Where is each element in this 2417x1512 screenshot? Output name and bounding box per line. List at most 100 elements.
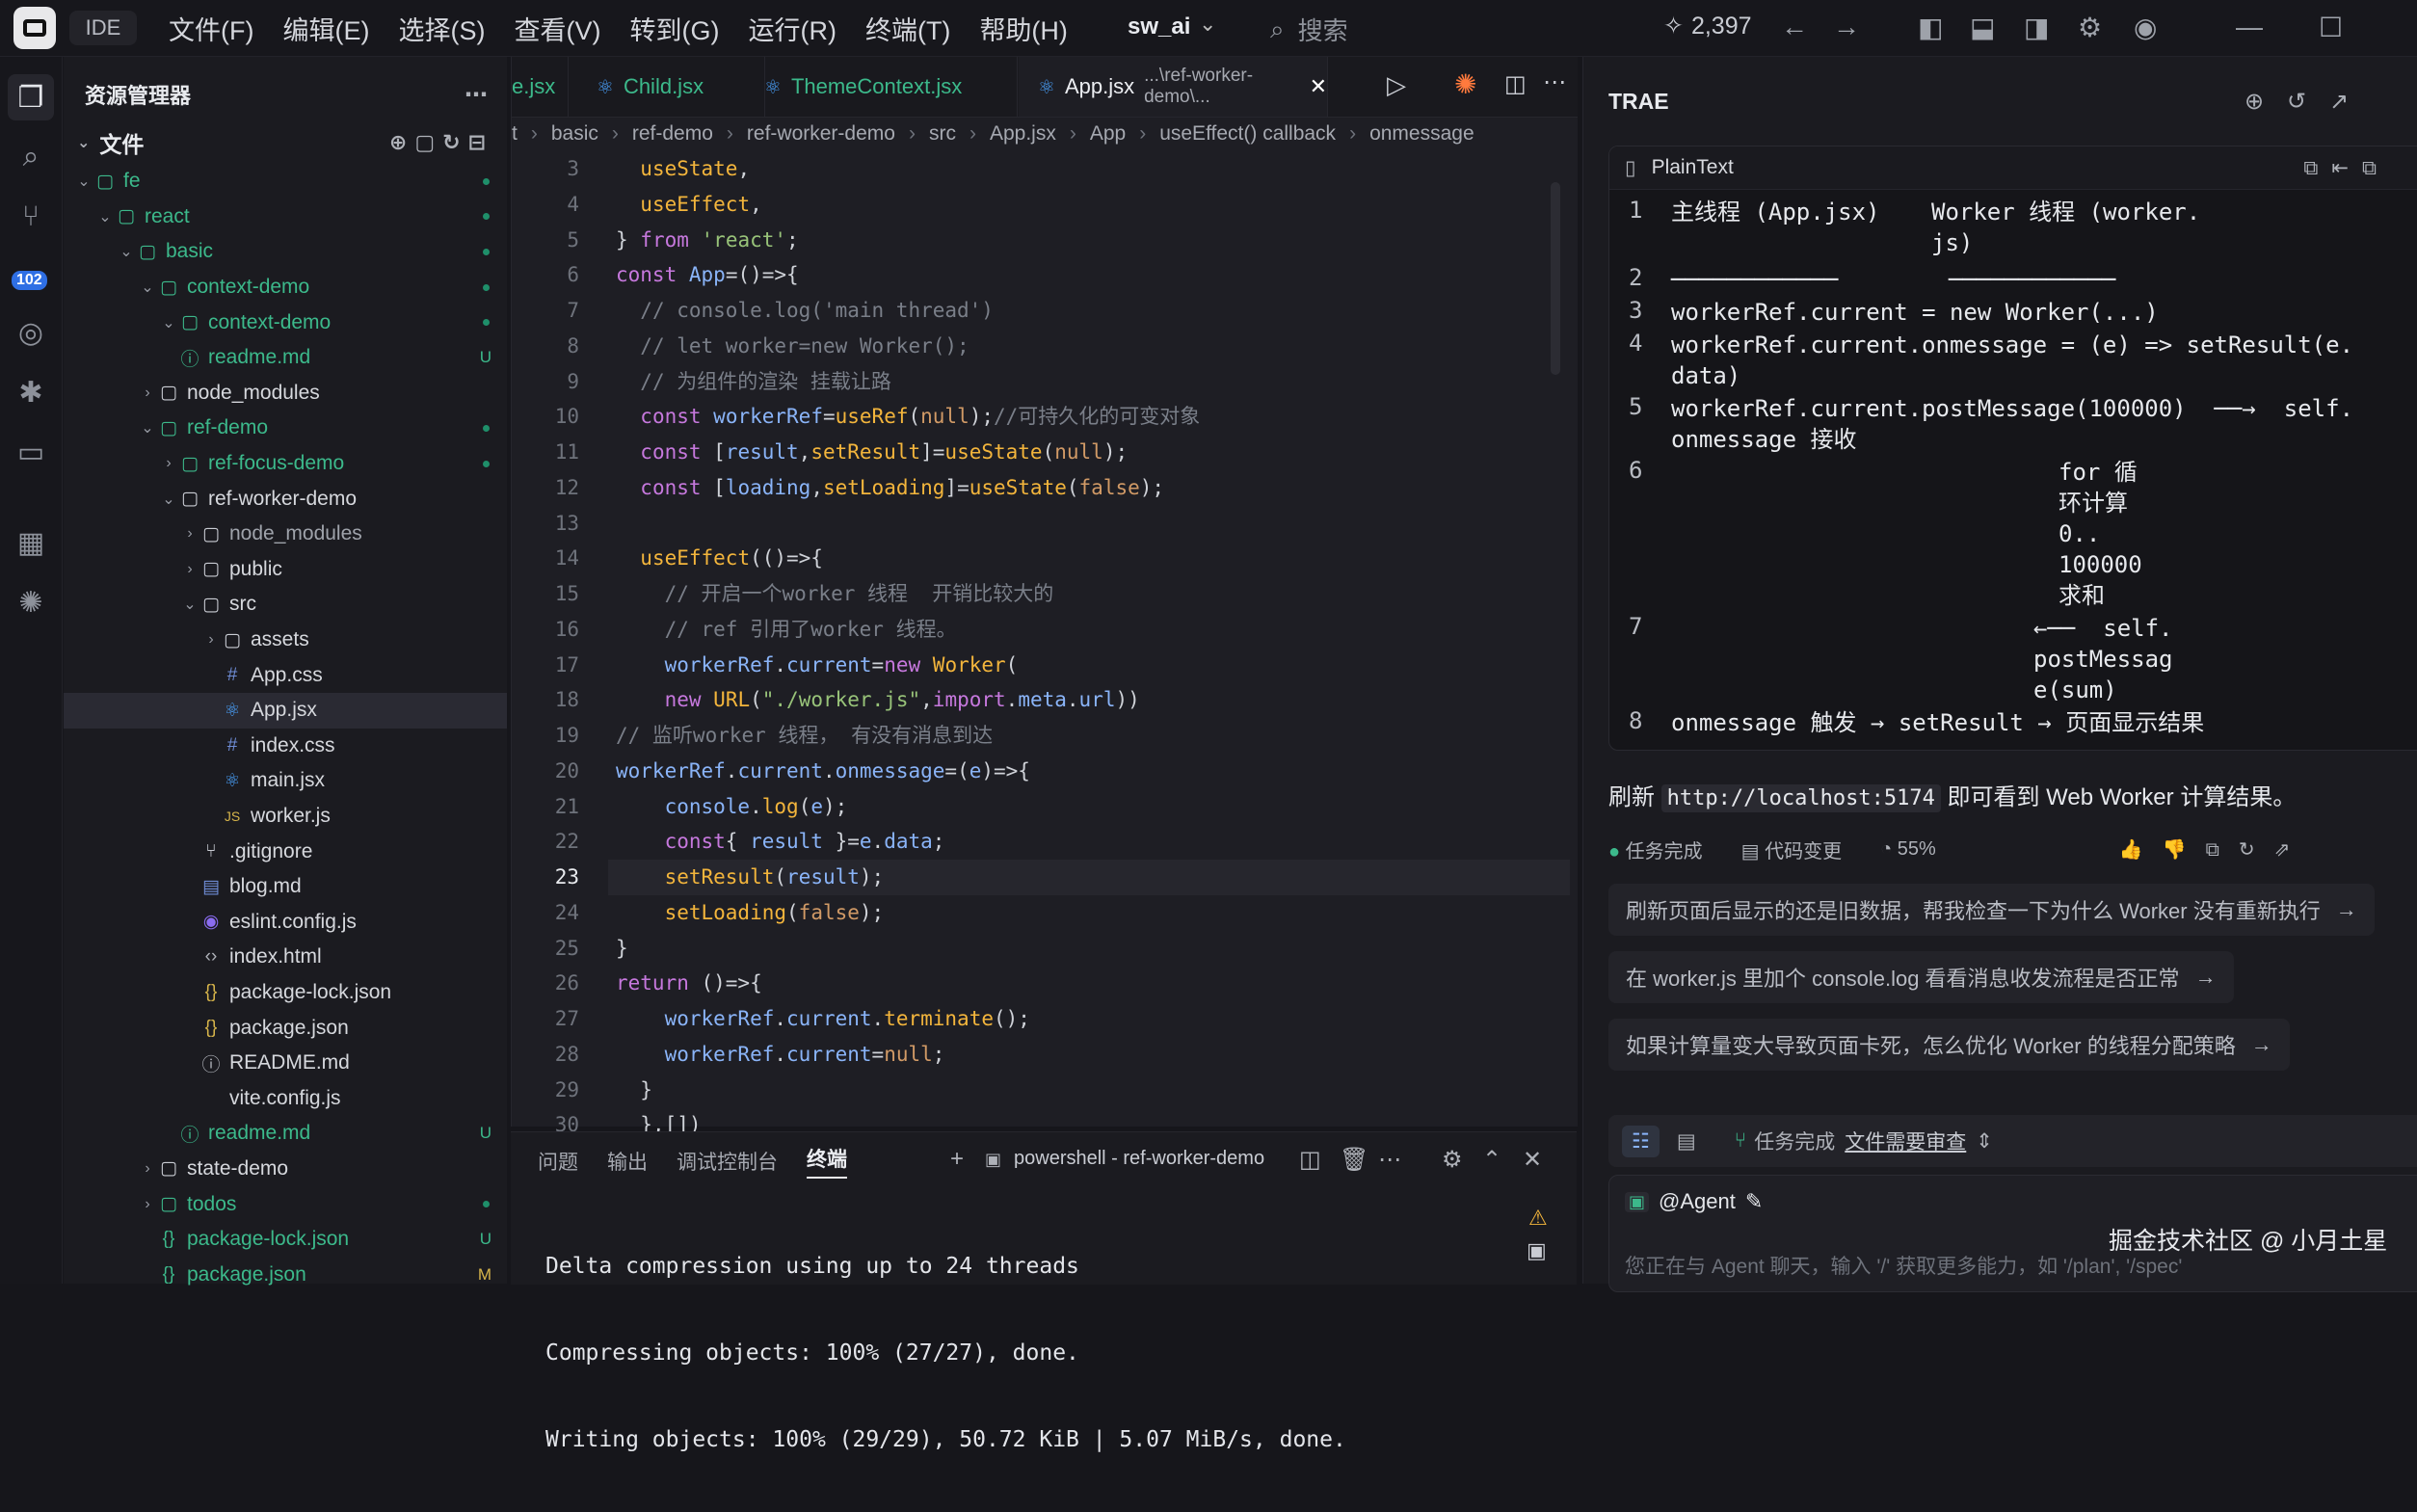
code-line[interactable]: new URL("./worker.js",import.meta.url)): [616, 682, 1570, 718]
breadcrumb-item[interactable]: App.jsx: [990, 122, 1056, 146]
code-line[interactable]: }: [616, 931, 1570, 967]
minimize-icon[interactable]: —: [2236, 12, 2263, 42]
split-terminal-icon[interactable]: ◫: [1299, 1146, 1321, 1174]
search-box[interactable]: ⌕ 搜索: [1270, 12, 1348, 47]
tree-item[interactable]: ‹› index.html: [64, 940, 507, 975]
localhost-url[interactable]: http://localhost:5174: [1660, 784, 1941, 812]
code-line[interactable]: console.log(e);: [616, 789, 1570, 825]
tree-item[interactable]: ⚛ App.jsx: [64, 692, 507, 729]
split-editor-icon[interactable]: ◫: [1504, 70, 1527, 98]
code-line[interactable]: const [loading,setLoading]=useState(fals…: [616, 470, 1570, 506]
panel-settings-icon[interactable]: ⚙: [1442, 1146, 1463, 1174]
menu-item[interactable]: 终端(T): [851, 10, 965, 47]
trash-icon[interactable]: 🗑: [1340, 1146, 1368, 1174]
tree-item[interactable]: ⌄ ▢ ref-demo: [64, 411, 507, 446]
code-changes[interactable]: ▤ 代码变更: [1741, 836, 1842, 863]
code-line[interactable]: // console.log('main thread'): [616, 293, 1570, 329]
tree-item[interactable]: › ▢ state-demo: [64, 1152, 507, 1187]
tree-item[interactable]: vite.config.js: [64, 1080, 507, 1116]
settings-gear-icon[interactable]: ⚙: [2078, 12, 2102, 43]
tree-item[interactable]: ⌄ ▢ context-demo: [64, 305, 507, 340]
tree-item[interactable]: ⌄ ▢ react: [64, 199, 507, 235]
toggle-panel-icon[interactable]: ⬓: [1970, 12, 1995, 43]
code-actions-icons[interactable]: ⧉⇤⧉: [2303, 156, 2390, 180]
files-section-header[interactable]: ⌄ 文件 ⊕▢↻⊟: [64, 125, 507, 160]
menu-item[interactable]: 查看(V): [499, 10, 615, 47]
more-options-icon[interactable]: ⋯: [1543, 68, 1566, 96]
chevron-down-icon[interactable]: ⌄: [1199, 12, 1216, 37]
editor-scrollbar[interactable]: [1551, 182, 1560, 375]
tree-item[interactable]: ⓘ readme.md U: [64, 340, 507, 376]
code-line[interactable]: workerRef.current=new Worker(: [616, 648, 1570, 683]
tree-item[interactable]: {} package-lock.json: [64, 975, 507, 1011]
explorer-icon[interactable]: ❐: [8, 74, 54, 120]
ide-mode-label[interactable]: IDE: [69, 11, 137, 45]
toggle-sidebar-icon[interactable]: ◧: [1918, 12, 1943, 43]
more-options-icon[interactable]: ⋯: [465, 81, 488, 109]
tree-item[interactable]: › ▢ ref-focus-demo: [64, 446, 507, 482]
code-line[interactable]: setLoading(false);: [616, 895, 1570, 931]
menu-item[interactable]: 文件(F): [154, 10, 268, 47]
breadcrumb-item[interactable]: src: [929, 122, 956, 146]
tree-item[interactable]: JS worker.js: [64, 799, 507, 835]
search-files-icon[interactable]: ⌕: [8, 134, 54, 180]
tab-terminal[interactable]: 终端: [807, 1144, 847, 1179]
code-line[interactable]: // 为组件的渲染 挂载让路: [616, 364, 1570, 400]
tree-item[interactable]: ⌄ ▢ fe: [64, 164, 507, 199]
close-panel-icon[interactable]: ✕: [1523, 1146, 1542, 1174]
back-arrow-icon[interactable]: ←: [1781, 12, 1808, 42]
agent-selector[interactable]: ▣ @Agent ✎: [1625, 1189, 1763, 1214]
maximize-panel-icon[interactable]: ⌃: [1482, 1146, 1501, 1174]
tree-item[interactable]: ⌄ ▢ basic: [64, 234, 507, 270]
breadcrumb-item[interactable]: ref-demo: [632, 122, 713, 146]
suggestion-3[interactable]: 如果计算量变大导致页面卡死，怎么优化 Worker 的线程分配策略 →: [1608, 1019, 2290, 1071]
tab-output[interactable]: 输出: [607, 1147, 648, 1176]
code-line[interactable]: // ref 引用了worker 线程。: [616, 612, 1570, 648]
files-need-review-link[interactable]: 文件需要审查: [1845, 1127, 1966, 1155]
breadcrumb-item[interactable]: onmessage: [1369, 122, 1474, 146]
terminal-icon[interactable]: ▣: [1527, 1238, 1547, 1263]
suggestion-2[interactable]: 在 worker.js 里加个 console.log 看看消息收发流程是否正常…: [1608, 951, 2234, 1003]
history-icon[interactable]: ↺: [2287, 88, 2306, 116]
menu-item[interactable]: 运行(R): [733, 10, 850, 47]
code-line[interactable]: // 开启一个worker 线程 开销比较大的: [616, 576, 1570, 612]
menu-item[interactable]: 帮助(H): [965, 10, 1081, 47]
suggestion-1[interactable]: 刷新页面后显示的还是旧数据，帮我检查一下为什么 Worker 没有重新执行 →: [1608, 884, 2375, 936]
tree-item[interactable]: ⌄ ▢ ref-worker-demo: [64, 481, 507, 517]
remote-explorer-icon[interactable]: ▭: [8, 429, 54, 475]
breadcrumb-item[interactable]: ref-worker-demo: [747, 122, 895, 146]
code-line[interactable]: } from 'react';: [616, 223, 1570, 258]
more-options-icon[interactable]: ⋯: [1378, 1146, 1401, 1174]
tab-theme-context[interactable]: ⚛ ThemeContext.jsx: [739, 57, 1018, 117]
breadcrumb-item[interactable]: t: [512, 122, 518, 146]
tree-item[interactable]: ⑂ .gitignore: [64, 834, 507, 869]
menu-item[interactable]: 转到(G): [615, 10, 733, 47]
tree-item[interactable]: ⓘ README.md: [64, 1046, 507, 1081]
code-line[interactable]: const{ result }=e.data;: [616, 824, 1570, 860]
tab-problems[interactable]: 问题: [538, 1147, 578, 1176]
run-icon[interactable]: ▷: [1387, 70, 1406, 100]
tree-item[interactable]: ⓘ readme.md U: [64, 1116, 507, 1152]
tree-item[interactable]: # index.css: [64, 729, 507, 764]
tree-item[interactable]: {} package-lock.json U: [64, 1222, 507, 1258]
tab-child-jsx[interactable]: ⚛ Child.jsx: [570, 57, 765, 117]
trae-burst-icon[interactable]: ✺: [8, 579, 54, 625]
code-line[interactable]: const App=()=>{: [616, 257, 1570, 293]
account-icon[interactable]: ◉: [2134, 12, 2157, 43]
code-line[interactable]: useEffect,: [616, 187, 1570, 223]
tree-item[interactable]: › ▢ public: [64, 552, 507, 588]
credits-counter[interactable]: ✧ 2,397: [1663, 12, 1752, 40]
debug-bug-icon[interactable]: ✱: [8, 369, 54, 415]
code-line[interactable]: workerRef.current.onmessage=(e)=>{: [616, 754, 1570, 789]
forward-arrow-icon[interactable]: →: [1833, 12, 1860, 42]
menu-item[interactable]: 选择(S): [384, 10, 499, 47]
tree-item[interactable]: ◉ eslint.config.js: [64, 904, 507, 940]
code-line[interactable]: const [result,setResult]=useState(null);: [616, 435, 1570, 470]
code-line[interactable]: useState,: [616, 151, 1570, 187]
source-control-icon[interactable]: ⑂: [8, 194, 54, 240]
code-line[interactable]: const workerRef=useRef(null);//可持久化的可变对象: [616, 399, 1570, 435]
tree-item[interactable]: {} package.json: [64, 1010, 507, 1046]
code-line[interactable]: // let worker=new Worker();: [616, 329, 1570, 364]
tab-app-jsx[interactable]: ⚛ App.jsx ...\ref-worker-demo\... ✕: [1019, 57, 1328, 117]
project-name[interactable]: sw_ai: [1128, 13, 1190, 40]
